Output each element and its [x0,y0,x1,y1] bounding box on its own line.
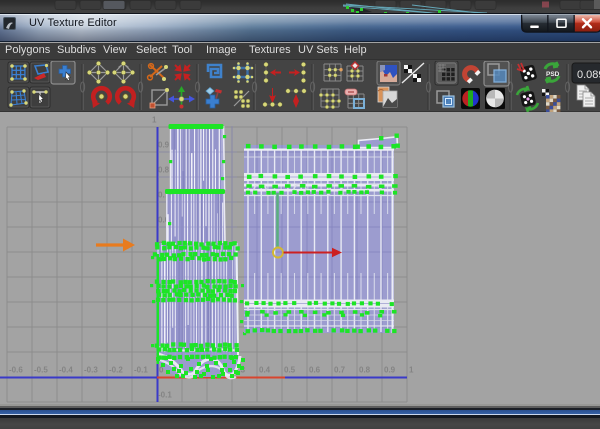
svg-text:0.5: 0.5 [284,366,296,375]
svg-text:1: 1 [409,366,414,375]
svg-text:-0.5: -0.5 [34,366,48,375]
svg-text:1: 1 [152,116,157,125]
svg-text:-0.3: -0.3 [84,366,98,375]
svg-text:0.9: 0.9 [158,141,170,150]
svg-text:0.8: 0.8 [359,366,371,375]
svg-text:-0.6: -0.6 [9,366,23,375]
svg-text:-0.2: -0.2 [109,366,123,375]
svg-text:0.089: 0.089 [577,69,600,81]
svg-text:-0.1: -0.1 [158,391,172,400]
svg-text:0.7: 0.7 [334,366,346,375]
svg-text:-0.1: -0.1 [134,366,148,375]
svg-text:PSD: PSD [546,71,560,78]
svg-text:0.8: 0.8 [158,166,170,175]
svg-text:-0.4: -0.4 [59,366,73,375]
svg-text:0.4: 0.4 [259,366,271,375]
svg-text:0.9: 0.9 [384,366,396,375]
svg-text:0.6: 0.6 [309,366,321,375]
